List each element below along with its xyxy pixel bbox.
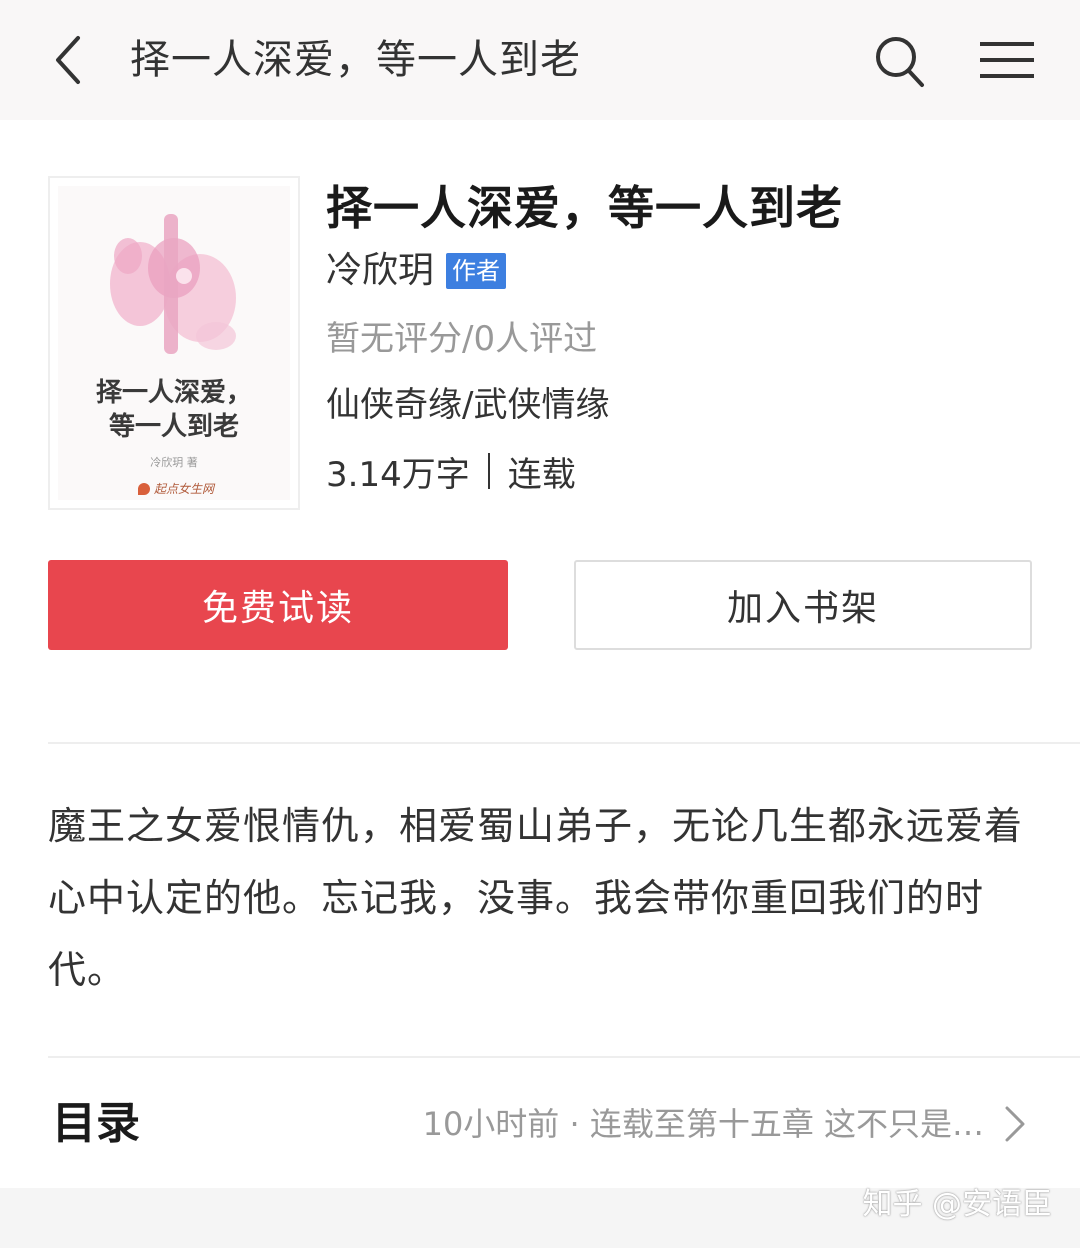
free-read-button[interactable]: 免费试读 — [48, 560, 508, 650]
nav-title: 择一人深爱，等一人到老 — [130, 37, 581, 83]
cover-title-line2: 等一人到老 — [108, 412, 239, 442]
book-title: 择一人深爱，等一人到老 — [326, 181, 843, 235]
meta-row: 3.14万字 连载 — [326, 448, 576, 495]
catalog-update-text: 10小时前 · 连载至第十五章 这不只是… — [422, 1105, 984, 1143]
publisher-logo-icon — [138, 482, 150, 495]
divider — [48, 1056, 1080, 1058]
top-nav-bar: 择一人深爱，等一人到老 — [0, 0, 1080, 120]
meta-divider — [487, 453, 490, 489]
search-button[interactable] — [868, 30, 932, 94]
author-name[interactable]: 冷欣玥 — [326, 248, 434, 294]
category-text[interactable]: 仙侠奇缘/武侠情缘 — [326, 382, 609, 428]
search-icon — [876, 37, 924, 87]
menu-icon — [980, 42, 1034, 78]
word-count: 3.14万字 — [326, 454, 470, 495]
chevron-right-icon — [1000, 1102, 1030, 1146]
cover-artwork — [110, 214, 236, 354]
watermark: 知乎 @安语臣 — [862, 1187, 1052, 1222]
add-to-shelf-button[interactable]: 加入书架 — [574, 560, 1032, 650]
author-badge: 作者 — [446, 253, 507, 289]
cover-publisher-name: 起点女生网 — [154, 482, 215, 496]
book-cover-image: 择一人深爱， 等一人到老 冷欣玥 著 起点女生网 — [58, 186, 290, 500]
author-row: 冷欣玥 作者 — [326, 248, 507, 294]
book-info-section: 择一人深爱， 等一人到老 冷欣玥 著 起点女生网 择一人深爱，等一人到老 冷欣玥… — [0, 120, 1080, 740]
menu-button[interactable] — [974, 32, 1040, 88]
book-cover[interactable]: 择一人深爱， 等一人到老 冷欣玥 著 起点女生网 — [48, 176, 300, 510]
back-button[interactable] — [40, 30, 96, 90]
cover-title-line1: 择一人深爱， — [95, 378, 252, 408]
divider — [48, 742, 1080, 744]
catalog-heading: 目录 — [52, 1098, 140, 1149]
rating-text: 暂无评分/0人评过 — [326, 319, 598, 359]
chevron-left-icon — [56, 36, 80, 84]
book-intro: 魔王之女爱恨情仇，相爱蜀山弟子，无论几生都永远爱着心中认定的他。忘记我，没事。我… — [48, 804, 1024, 992]
cover-author: 冷欣玥 著 — [150, 456, 198, 469]
catalog-row[interactable]: 目录 10小时前 · 连载至第十五章 这不只是… — [0, 1060, 1080, 1186]
cover-publisher: 起点女生网 — [138, 480, 214, 497]
serial-status: 连载 — [507, 454, 576, 495]
